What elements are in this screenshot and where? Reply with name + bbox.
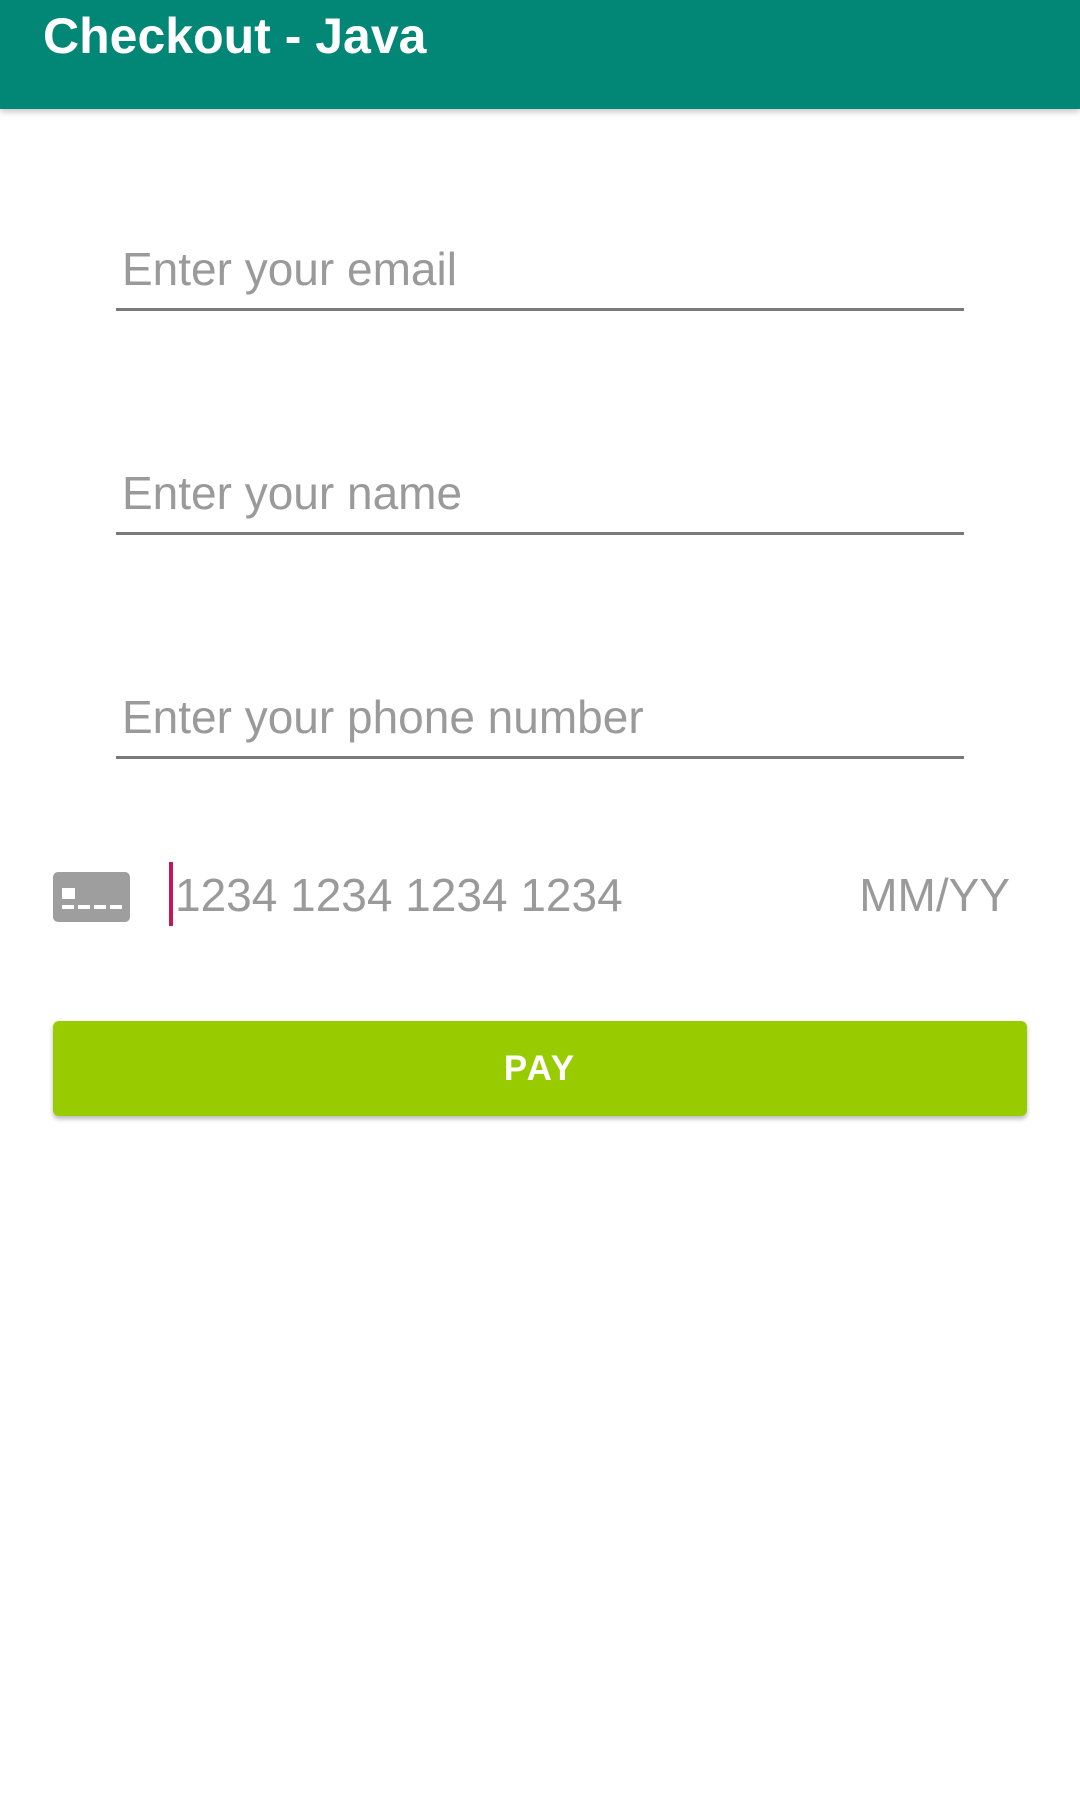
card-input-widget (0, 848, 1080, 944)
card-number-field[interactable] (175, 860, 655, 930)
phone-field[interactable] (116, 677, 964, 759)
credit-card-icon (53, 872, 130, 922)
name-field[interactable] (116, 453, 964, 535)
text-cursor (169, 862, 173, 926)
app-title: Checkout - Java (43, 8, 427, 64)
email-field[interactable] (116, 229, 964, 311)
pay-button[interactable]: PAY (53, 1021, 1027, 1116)
card-expiry-field[interactable] (840, 860, 1010, 930)
app-bar: Checkout - Java (0, 0, 1080, 109)
